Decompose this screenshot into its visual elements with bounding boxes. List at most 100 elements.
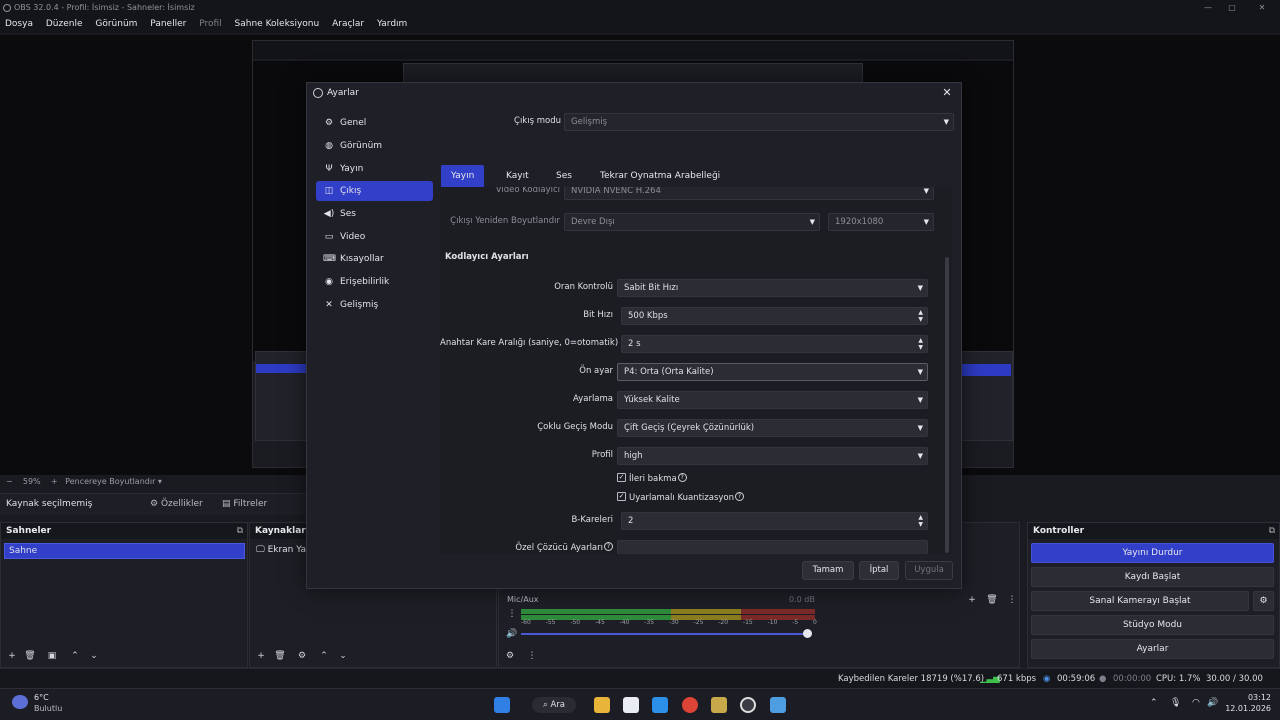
- virtual-camera-settings-icon[interactable]: ⚙: [1253, 591, 1274, 611]
- adaptive-quantization-checkbox[interactable]: ✓ Uyarlamalı Kuantizasyon?: [617, 492, 744, 503]
- mic-icon[interactable]: 🎙: [1170, 698, 1181, 708]
- custom-encoder-options-input[interactable]: [617, 540, 928, 554]
- remove-source-icon[interactable]: 🗑: [273, 649, 287, 663]
- filters-button[interactable]: ▤ Filtreler: [222, 499, 267, 509]
- sidebar-item-accessibility[interactable]: ◉ Erişebilirlik: [316, 272, 433, 292]
- stepper-icon[interactable]: ▲ ▼: [918, 514, 923, 528]
- close-icon[interactable]: ✕: [939, 85, 955, 101]
- mixer-more-icon[interactable]: ⋮: [525, 649, 539, 663]
- scrollbar[interactable]: [945, 257, 949, 553]
- volume-icon[interactable]: 🔊: [1207, 698, 1218, 708]
- speaker-icon[interactable]: 🔊: [505, 627, 519, 641]
- tab-audio[interactable]: Ses: [546, 165, 582, 187]
- stepper-icon[interactable]: ▲ ▼: [918, 337, 923, 351]
- studio-mode-button[interactable]: Stüdyo Modu: [1031, 615, 1274, 635]
- preset-select[interactable]: P4: Orta (Orta Kalite) ▼: [617, 363, 928, 381]
- tray-chevron-icon[interactable]: ⌃: [1150, 698, 1158, 708]
- menu-profile[interactable]: Profil: [194, 16, 226, 33]
- zoom-out-button[interactable]: −: [6, 477, 13, 486]
- move-down-icon[interactable]: ⌄: [336, 649, 350, 663]
- video-encoder-select[interactable]: NVIDIA NVENC H.264 ▼: [564, 187, 934, 200]
- properties-button[interactable]: ⚙ Özellikler: [150, 499, 203, 509]
- sidebar-item-hotkeys[interactable]: ⌨ Kısayollar: [316, 249, 433, 269]
- move-up-icon[interactable]: ⌃: [317, 649, 331, 663]
- windows-start-icon[interactable]: [494, 697, 510, 713]
- sidebar-item-advanced[interactable]: ✕ Gelişmiş: [316, 295, 433, 315]
- obs-taskbar-icon[interactable]: [740, 697, 756, 713]
- add-source-icon[interactable]: +: [254, 649, 268, 663]
- taskbar-search[interactable]: ⌕ Ara: [532, 697, 576, 713]
- close-icon[interactable]: ✕: [1250, 0, 1274, 16]
- minimize-icon[interactable]: —: [1196, 0, 1220, 16]
- maximize-icon[interactable]: ▢: [1220, 0, 1244, 16]
- scene-item[interactable]: Sahne: [4, 543, 245, 559]
- resize-to-window-dropdown[interactable]: Pencereye Boyutlandır: [65, 477, 155, 486]
- chrome-icon[interactable]: [682, 697, 698, 713]
- remove-scene-icon[interactable]: 🗑: [23, 649, 37, 663]
- tuning-select[interactable]: Yüksek Kalite ▼: [617, 391, 928, 409]
- lookahead-checkbox[interactable]: ✓ İleri bakma?: [617, 473, 687, 484]
- clock-time[interactable]: 03:12: [1231, 693, 1271, 702]
- menu-edit[interactable]: Düzenle: [41, 16, 88, 33]
- menu-docks[interactable]: Paneller: [145, 16, 191, 33]
- sidebar-item-output[interactable]: ◫ Çıkış: [316, 181, 433, 201]
- tab-recording[interactable]: Kayıt: [496, 165, 539, 187]
- add-scene-icon[interactable]: +: [5, 649, 19, 663]
- zoom-in-button[interactable]: +: [51, 477, 58, 486]
- settings-button[interactable]: Ayarlar: [1031, 639, 1274, 659]
- move-up-icon[interactable]: ⌃: [68, 649, 82, 663]
- clock-date[interactable]: 12.01.2026: [1223, 704, 1271, 713]
- sidebar-item-audio[interactable]: ◀) Ses: [316, 204, 433, 224]
- apply-button[interactable]: Uygula: [905, 561, 953, 580]
- stepper-icon[interactable]: ▲ ▼: [918, 309, 923, 323]
- transition-menu-icon[interactable]: ⋮: [1005, 593, 1019, 607]
- mixer-menu-icon[interactable]: ⋮: [505, 607, 519, 621]
- multipass-select[interactable]: Çift Geçiş (Çeyrek Çözünürlük) ▼: [617, 419, 928, 437]
- bframes-input[interactable]: 2 ▲ ▼: [621, 512, 928, 530]
- help-icon[interactable]: ?: [604, 542, 613, 551]
- tuning-label: Ayarlama: [572, 394, 613, 404]
- start-recording-button[interactable]: Kaydı Başlat: [1031, 567, 1274, 587]
- menu-scene-collection[interactable]: Sahne Koleksiyonu: [230, 16, 325, 33]
- stop-streaming-button[interactable]: Yayını Durdur: [1031, 543, 1274, 563]
- mail-icon[interactable]: [652, 697, 668, 713]
- cancel-button[interactable]: İptal: [859, 561, 899, 580]
- file-explorer-icon[interactable]: [594, 697, 610, 713]
- source-settings-icon[interactable]: ⚙: [295, 649, 309, 663]
- add-transition-icon[interactable]: +: [965, 593, 979, 607]
- scene-filters-icon[interactable]: ▣: [45, 649, 59, 663]
- tab-replay-buffer[interactable]: Tekrar Oynatma Arabelleği: [590, 165, 730, 187]
- undock-icon[interactable]: ⧉: [1269, 523, 1275, 539]
- sidebar-item-video[interactable]: ▭ Video: [316, 227, 433, 247]
- source-item[interactable]: 🖵 Ekran Ya: [256, 545, 306, 555]
- store-icon[interactable]: [623, 697, 639, 713]
- mixer-settings-icon[interactable]: ⚙: [503, 649, 517, 663]
- app2-icon[interactable]: [770, 697, 786, 713]
- undock-icon[interactable]: ⧉: [237, 523, 243, 539]
- app-icon[interactable]: [711, 697, 727, 713]
- sidebar-item-appearance[interactable]: ◍ Görünüm: [316, 136, 433, 156]
- menu-file[interactable]: Dosya: [0, 16, 38, 33]
- ok-button[interactable]: Tamam: [802, 561, 854, 580]
- sidebar-item-general[interactable]: ⚙ Genel: [316, 113, 433, 133]
- output-mode-select[interactable]: Gelişmiş ▼: [564, 113, 954, 131]
- tab-stream[interactable]: Yayın: [441, 165, 485, 187]
- rate-control-select[interactable]: Sabit Bit Hızı ▼: [617, 279, 928, 297]
- rescale-resolution-select[interactable]: 1920x1080 ▼: [828, 213, 934, 231]
- remove-transition-icon[interactable]: 🗑: [985, 593, 999, 607]
- profile-select[interactable]: high ▼: [617, 447, 928, 465]
- help-icon[interactable]: ?: [677, 473, 687, 482]
- menu-tools[interactable]: Araçlar: [327, 16, 369, 33]
- keyframe-interval-input[interactable]: 2 s ▲ ▼: [621, 335, 928, 353]
- rescale-select[interactable]: Devre Dışı ▼: [564, 213, 820, 231]
- menu-view[interactable]: Görünüm: [90, 16, 142, 33]
- help-icon[interactable]: ?: [734, 492, 744, 501]
- move-down-icon[interactable]: ⌄: [87, 649, 101, 663]
- sidebar-item-stream[interactable]: Ψ Yayın: [316, 159, 433, 179]
- volume-slider[interactable]: [521, 633, 811, 635]
- volume-slider-handle[interactable]: [803, 629, 812, 638]
- menu-help[interactable]: Yardım: [372, 16, 412, 33]
- start-virtual-camera-button[interactable]: Sanal Kamerayı Başlat: [1031, 591, 1249, 611]
- bitrate-input[interactable]: 500 Kbps ▲ ▼: [621, 307, 928, 325]
- wifi-icon[interactable]: ◠: [1192, 698, 1200, 708]
